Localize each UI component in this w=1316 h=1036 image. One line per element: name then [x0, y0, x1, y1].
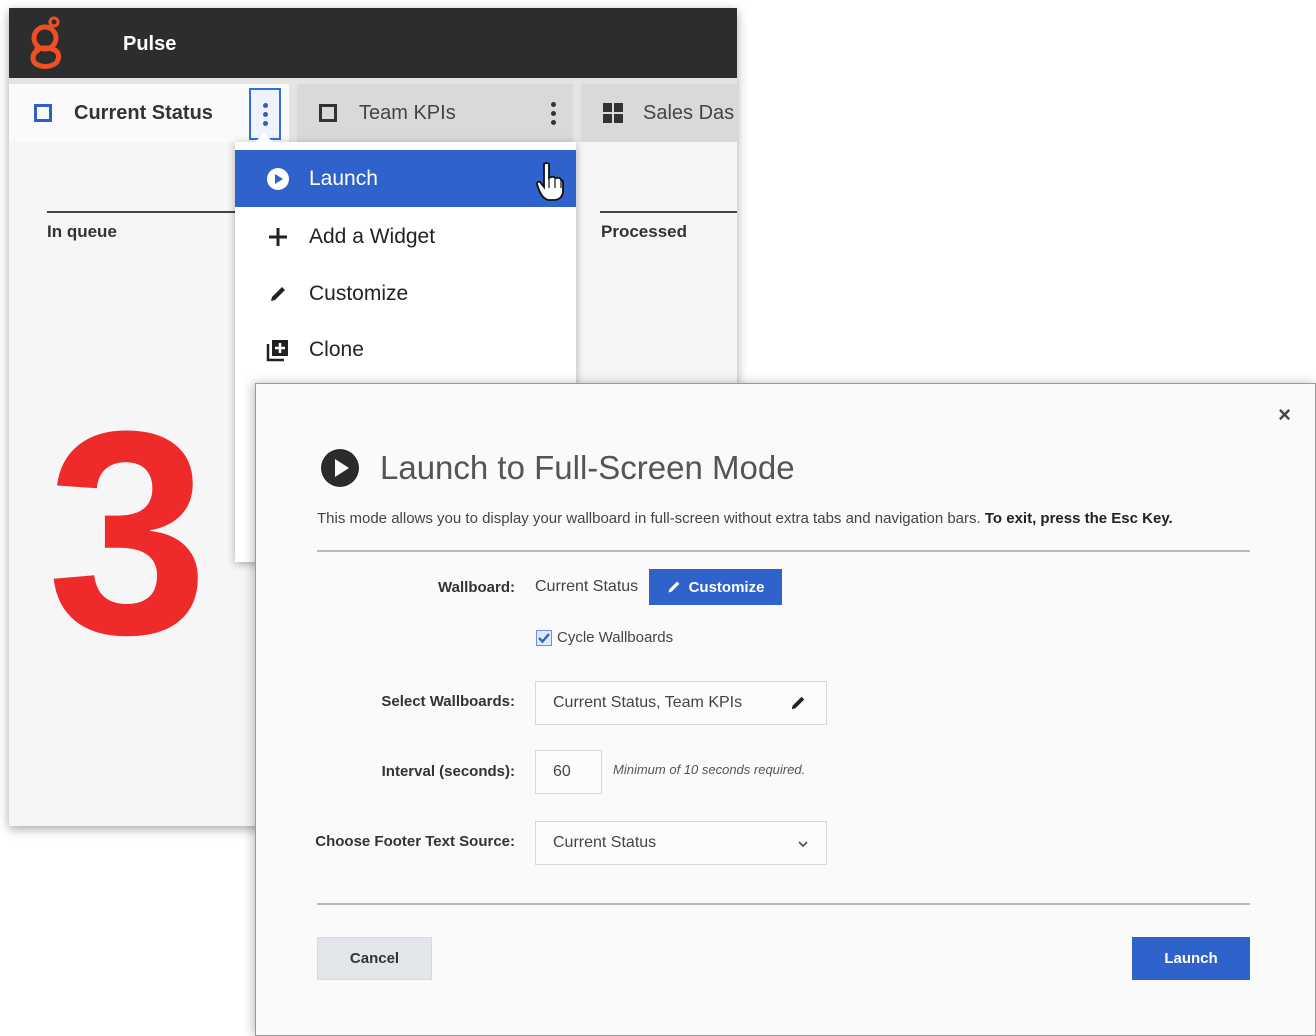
exit-instruction: To exit, press the Esc Key.: [984, 510, 1173, 527]
cancel-button[interactable]: Cancel: [317, 937, 432, 980]
menu-item-label: Launch: [309, 166, 378, 190]
hand-pointer-cursor-icon: [536, 162, 564, 201]
square-outline-icon: [34, 104, 52, 122]
divider: [317, 550, 1250, 552]
widget-divider: [47, 211, 237, 213]
play-circle-icon: [321, 449, 359, 487]
tab-label: Current Status: [74, 101, 213, 124]
plus-icon: [265, 224, 291, 250]
interval-label: Interval (seconds):: [381, 763, 515, 780]
interval-hint: Minimum of 10 seconds required.: [613, 762, 806, 777]
menu-item-customize[interactable]: Customize: [235, 265, 576, 322]
menu-caret: [255, 133, 273, 142]
menu-item-clone[interactable]: Clone: [235, 321, 576, 378]
launch-dialog: × Launch to Full-Screen Mode This mode a…: [255, 383, 1316, 1036]
in-queue-value: 3: [47, 371, 208, 695]
interval-input[interactable]: 60: [535, 750, 602, 794]
app-title: Pulse: [123, 33, 177, 55]
widget-divider: [600, 211, 737, 213]
menu-item-label: Customize: [309, 281, 409, 305]
clone-icon: [265, 337, 291, 363]
pencil-icon[interactable]: [790, 695, 806, 711]
chevron-down-icon: [798, 841, 808, 848]
dialog-header: Launch to Full-Screen Mode: [320, 448, 795, 488]
square-outline-icon: [319, 104, 337, 122]
footer-source-select[interactable]: Current Status: [535, 821, 827, 865]
footer-source-label: Choose Footer Text Source:: [315, 833, 515, 850]
tab-label: Sales Das: [643, 101, 735, 124]
pencil-icon: [668, 581, 680, 593]
grid-icon: [603, 103, 623, 123]
launch-button[interactable]: Launch: [1132, 937, 1250, 980]
wallboard-value: Current Status: [535, 578, 639, 595]
widget-title-in-queue: In queue: [47, 222, 117, 241]
tab-current-status[interactable]: Current Status: [9, 84, 289, 142]
widget-title-processed: Processed: [601, 222, 687, 241]
cycle-wallboards-label: Cycle Wallboards: [557, 629, 674, 646]
select-wallboards-field[interactable]: Current Status, Team KPIs: [535, 681, 827, 725]
menu-item-add-widget[interactable]: Add a Widget: [235, 208, 576, 265]
tab-label: Team KPIs: [359, 101, 456, 124]
checkmark-icon: [538, 632, 550, 643]
wallboard-label: Wallboard:: [438, 579, 515, 596]
app-header: Pulse: [9, 8, 737, 78]
menu-item-label: Clone: [309, 337, 364, 361]
genesys-logo-icon: [30, 16, 62, 69]
customize-button[interactable]: Customize: [649, 569, 782, 605]
menu-item-launch[interactable]: Launch: [235, 150, 576, 207]
dialog-description: This mode allows you to display your wal…: [317, 510, 1173, 527]
divider: [317, 903, 1250, 905]
tab-sales-dashboard[interactable]: Sales Das: [581, 84, 737, 142]
cycle-wallboards-checkbox[interactable]: [536, 629, 552, 646]
select-wallboards-label: Select Wallboards:: [381, 693, 515, 710]
wallboard-tabbar: Current Status Team KPIs Sales Das: [9, 78, 737, 142]
menu-item-label: Add a Widget: [309, 224, 436, 248]
pencil-icon: [265, 281, 291, 307]
cycle-wallboards-option[interactable]: Cycle Wallboards: [536, 629, 673, 646]
close-icon[interactable]: ×: [1278, 402, 1291, 428]
dialog-title: Launch to Full-Screen Mode: [380, 449, 795, 486]
tab-team-kpis[interactable]: Team KPIs: [297, 84, 573, 142]
more-options-icon[interactable]: [537, 84, 569, 142]
play-circle-icon: [265, 166, 291, 192]
